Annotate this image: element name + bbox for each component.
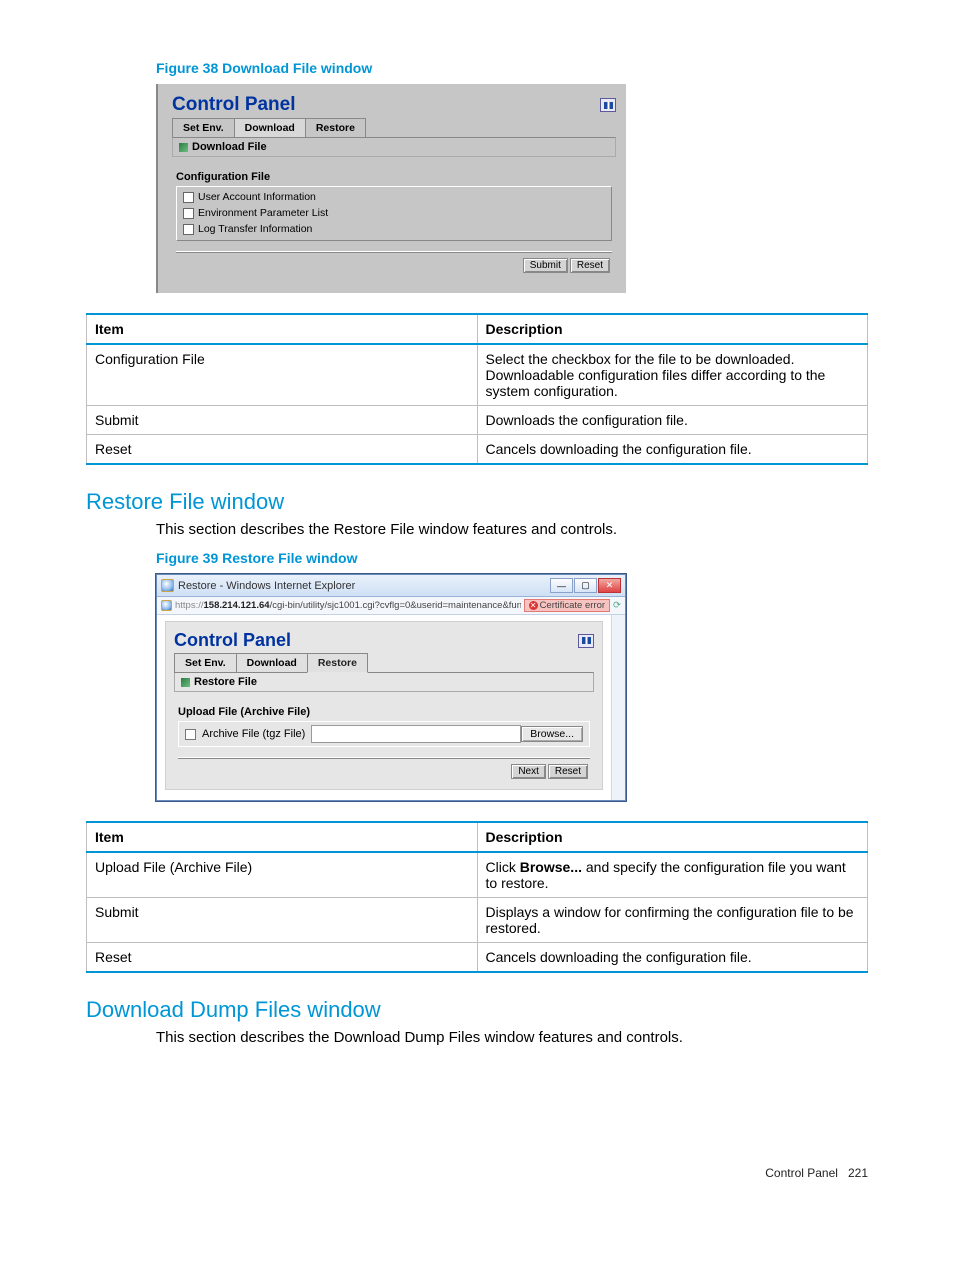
intro-download-dump: This section describes the Download Dump… — [156, 1029, 868, 1046]
intro-restore-file: This section describes the Restore File … — [156, 521, 868, 538]
checkbox-user-account-label: User Account Information — [198, 190, 316, 206]
figure-38-screenshot: Control Panel Set Env. Download Restore … — [156, 84, 868, 293]
cell-item: Reset — [87, 435, 478, 465]
maximize-button[interactable]: ▢ — [574, 578, 597, 593]
checkbox-user-account-input[interactable] — [183, 192, 194, 203]
figure-38-caption: Figure 38 Download File window — [156, 60, 868, 76]
cell-desc: Downloads the configuration file. — [477, 406, 868, 435]
cell-item: Upload File (Archive File) — [87, 852, 478, 898]
checkbox-env-param-input[interactable] — [183, 208, 194, 219]
checkbox-log-transfer[interactable]: Log Transfer Information — [183, 222, 605, 238]
tab-indicator-icon — [179, 143, 188, 152]
table-row: Submit Downloads the configuration file. — [87, 406, 868, 435]
table-download-file: Item Description Configuration File Sele… — [86, 313, 868, 465]
cell-item: Reset — [87, 943, 478, 973]
config-file-group-title: Configuration File — [176, 171, 612, 183]
table-row: Reset Cancels downloading the configurat… — [87, 435, 868, 465]
cell-desc: Cancels downloading the configuration fi… — [477, 943, 868, 973]
control-panel-title: Control Panel — [174, 630, 291, 651]
figure-39-caption: Figure 39 Restore File window — [156, 550, 868, 566]
cell-item: Configuration File — [87, 344, 478, 406]
next-button[interactable]: Next — [511, 764, 546, 779]
page-icon — [161, 600, 172, 611]
checkbox-user-account[interactable]: User Account Information — [183, 190, 605, 206]
cell-desc: Click Browse... and specify the configur… — [477, 852, 868, 898]
refresh-icon[interactable]: ⟳ — [613, 600, 621, 611]
page-footer: Control Panel 221 — [86, 1166, 868, 1180]
table-row: Reset Cancels downloading the configurat… — [87, 943, 868, 973]
cell-item: Submit — [87, 898, 478, 943]
help-icon[interactable] — [600, 98, 616, 112]
help-icon[interactable] — [578, 634, 594, 648]
window-title: Restore - Windows Internet Explorer — [178, 580, 355, 592]
address-bar[interactable]: https://158.214.121.64/cgi-bin/utility/s… — [157, 597, 625, 615]
checkbox-log-transfer-label: Log Transfer Information — [198, 222, 312, 238]
checkbox-env-param[interactable]: Environment Parameter List — [183, 206, 605, 222]
url-host: 158.214.121.64 — [204, 600, 270, 611]
th-description: Description — [477, 822, 868, 852]
browse-button[interactable]: Browse... — [521, 726, 583, 742]
scrollbar[interactable] — [611, 615, 625, 800]
url-path: /cgi-bin/utility/sjc1001.cgi?cvflg=0&use… — [270, 600, 521, 611]
archive-file-label: Archive File (tgz File) — [202, 728, 305, 740]
tab-download[interactable]: Download — [234, 118, 306, 138]
archive-file-checkbox[interactable] — [185, 729, 196, 740]
url-protocol: https:// — [175, 600, 204, 611]
table-row: Submit Displays a window for confirming … — [87, 898, 868, 943]
cell-desc: Displays a window for confirming the con… — [477, 898, 868, 943]
tab-set-env[interactable]: Set Env. — [172, 118, 235, 138]
table-row: Configuration File Select the checkbox f… — [87, 344, 868, 406]
upload-file-group-title: Upload File (Archive File) — [178, 706, 590, 718]
checkbox-env-param-label: Environment Parameter List — [198, 206, 328, 222]
reset-button[interactable]: Reset — [570, 258, 610, 273]
control-panel-title: Control Panel — [172, 94, 296, 116]
current-tab-label: Restore File — [194, 676, 257, 688]
th-item: Item — [87, 822, 478, 852]
heading-restore-file: Restore File window — [86, 489, 868, 515]
th-item: Item — [87, 314, 478, 344]
table-restore-file: Item Description Upload File (Archive Fi… — [86, 821, 868, 973]
tabs: Set Env. Download Restore — [172, 118, 616, 138]
reset-button[interactable]: Reset — [548, 764, 588, 779]
ie-icon — [161, 579, 174, 592]
checkbox-log-transfer-input[interactable] — [183, 224, 194, 235]
table-row: Upload File (Archive File) Click Browse.… — [87, 852, 868, 898]
figure-39-screenshot: Restore - Windows Internet Explorer — ▢ … — [156, 574, 868, 801]
cert-error-label: Certificate error — [540, 600, 605, 611]
tab-set-env[interactable]: Set Env. — [174, 653, 237, 673]
tab-restore[interactable]: Restore — [307, 653, 368, 673]
submit-button[interactable]: Submit — [523, 258, 568, 273]
tab-download[interactable]: Download — [236, 653, 308, 673]
close-button[interactable]: ✕ — [598, 578, 621, 593]
cell-desc: Cancels downloading the configuration fi… — [477, 435, 868, 465]
th-description: Description — [477, 314, 868, 344]
cell-desc: Select the checkbox for the file to be d… — [477, 344, 868, 406]
heading-download-dump: Download Dump Files window — [86, 997, 868, 1023]
footer-section: Control Panel — [765, 1166, 838, 1180]
current-tab-label: Download File — [192, 141, 267, 153]
certificate-error-badge[interactable]: ✕Certificate error — [524, 599, 610, 612]
cert-error-icon: ✕ — [529, 601, 538, 610]
tab-restore[interactable]: Restore — [305, 118, 366, 138]
minimize-button[interactable]: — — [550, 578, 573, 593]
file-path-input[interactable] — [311, 725, 521, 743]
tab-indicator-icon — [181, 678, 190, 687]
cell-item: Submit — [87, 406, 478, 435]
footer-page-number: 221 — [848, 1166, 868, 1180]
